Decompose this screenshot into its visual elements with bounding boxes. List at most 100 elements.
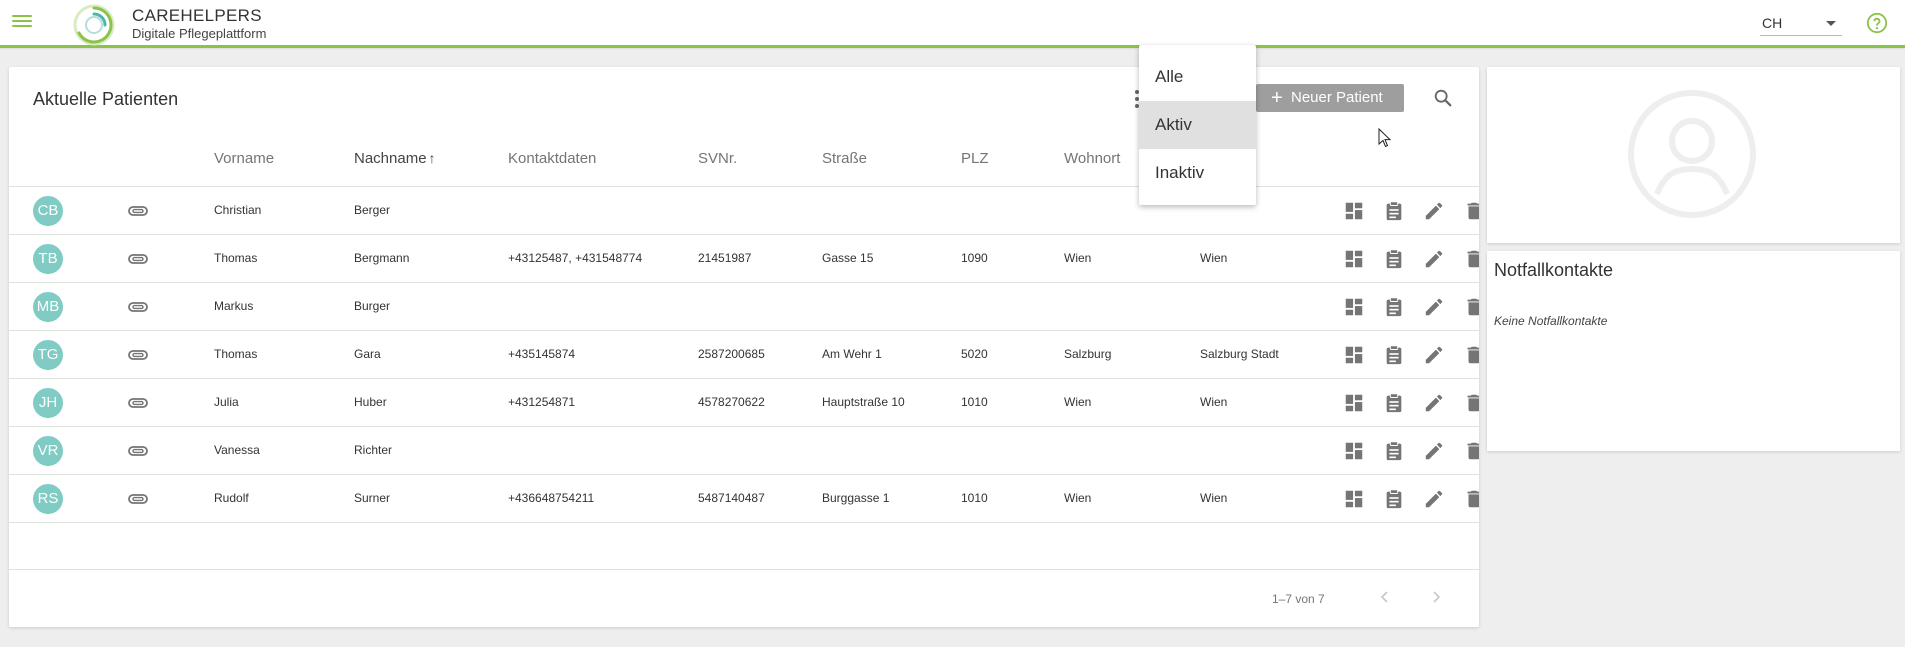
- table-row[interactable]: TG Thomas Gara +435145874 2587200685 Am Wehr …: [9, 331, 1479, 379]
- table-row[interactable]: TB Thomas Bergmann +43125487, +431548774 214…: [9, 235, 1479, 283]
- cell-plz: 5020: [961, 347, 988, 361]
- edit-icon[interactable]: [1423, 392, 1445, 414]
- avatar: JH: [33, 388, 63, 418]
- chevron-left-icon[interactable]: [1376, 588, 1394, 606]
- attachment-icon[interactable]: [127, 201, 149, 221]
- attachment-icon[interactable]: [127, 393, 149, 413]
- cell-wohnort: Salzburg: [1064, 347, 1112, 361]
- edit-icon[interactable]: [1423, 344, 1445, 366]
- avatar: TB: [33, 244, 63, 274]
- cell-vorname: Vanessa: [214, 443, 260, 457]
- pagination-range: 1–7 von 7: [1272, 592, 1325, 606]
- attachment-icon[interactable]: [127, 249, 149, 269]
- delete-icon[interactable]: [1463, 488, 1479, 510]
- delete-icon[interactable]: [1463, 440, 1479, 462]
- column-header-vorname[interactable]: Vorname: [214, 150, 274, 167]
- help-circle-icon[interactable]: [1866, 12, 1888, 34]
- cell-nachname: Gara: [354, 347, 381, 361]
- cell-vorname: Rudolf: [214, 491, 249, 505]
- column-header-nachname[interactable]: Nachname ↑: [354, 150, 436, 167]
- column-header-svnr[interactable]: SVNr.: [698, 150, 737, 167]
- clipboard-icon[interactable]: [1383, 248, 1405, 270]
- table-row[interactable]: VR Vanessa Richter: [9, 427, 1479, 475]
- edit-icon[interactable]: [1423, 488, 1445, 510]
- cell-svnr: 2587200685: [698, 347, 765, 361]
- cell-bezirk: Wien: [1200, 395, 1228, 409]
- dashboard-icon[interactable]: [1343, 200, 1365, 222]
- dashboard-icon[interactable]: [1343, 248, 1365, 270]
- new-patient-button[interactable]: + Neuer Patient: [1256, 84, 1404, 112]
- dashboard-icon[interactable]: [1343, 392, 1365, 414]
- cell-svnr: 4578270622: [698, 395, 765, 409]
- delete-icon[interactable]: [1463, 344, 1479, 366]
- edit-icon[interactable]: [1423, 200, 1445, 222]
- avatar: MB: [33, 292, 63, 322]
- delete-icon[interactable]: [1463, 248, 1479, 270]
- cell-nachname: Surner: [354, 491, 391, 505]
- dashboard-icon[interactable]: [1343, 296, 1365, 318]
- clipboard-icon[interactable]: [1383, 488, 1405, 510]
- status-filter-menu: Alle Aktiv Inaktiv: [1139, 45, 1256, 205]
- table-row[interactable]: RS Rudolf Surner +436648754211 5487140487 Bur…: [9, 475, 1479, 523]
- top-app-bar: CAREHELPERS Digitale Pflegeplattform CH: [0, 0, 1905, 48]
- clipboard-icon[interactable]: [1383, 440, 1405, 462]
- table-row[interactable]: CB Christian Berger: [9, 187, 1479, 235]
- column-header-kontaktdaten[interactable]: Kontaktdaten: [508, 150, 596, 167]
- footer-divider: [9, 569, 1479, 570]
- cell-vorname: Markus: [214, 299, 254, 313]
- clipboard-icon[interactable]: [1383, 344, 1405, 366]
- delete-icon[interactable]: [1463, 296, 1479, 318]
- cell-plz: 1010: [961, 491, 988, 505]
- delete-icon[interactable]: [1463, 392, 1479, 414]
- column-header-strasse[interactable]: Straße: [822, 150, 867, 167]
- edit-icon[interactable]: [1423, 248, 1445, 270]
- emergency-contacts-card: Notfallkontakte Keine Notfallkontakte: [1487, 251, 1900, 451]
- filter-option-aktiv[interactable]: Aktiv: [1139, 101, 1256, 149]
- language-select[interactable]: CH: [1760, 12, 1842, 36]
- avatar: TG: [33, 340, 63, 370]
- cell-svnr: 21451987: [698, 251, 752, 265]
- dashboard-icon[interactable]: [1343, 440, 1365, 462]
- attachment-icon[interactable]: [127, 489, 149, 509]
- cell-vorname: Thomas: [214, 251, 258, 265]
- table-row[interactable]: JH Julia Huber +431254871 4578270622 Hauptstr…: [9, 379, 1479, 427]
- clipboard-icon[interactable]: [1383, 200, 1405, 222]
- column-header-nachname-label: Nachname: [354, 150, 427, 167]
- brand-title: CAREHELPERS: [132, 6, 262, 25]
- cell-kontakt: +43125487, +431548774: [508, 251, 643, 265]
- language-value: CH: [1762, 15, 1783, 31]
- cell-plz: 1010: [961, 395, 988, 409]
- column-header-wohnort[interactable]: Wohnort: [1064, 150, 1120, 167]
- delete-icon[interactable]: [1463, 200, 1479, 222]
- column-header-plz[interactable]: PLZ: [961, 150, 989, 167]
- chevron-right-icon[interactable]: [1427, 588, 1445, 606]
- cell-nachname: Burger: [354, 299, 391, 313]
- table-row[interactable]: MB Markus Burger: [9, 283, 1479, 331]
- avatar: VR: [33, 436, 63, 466]
- cell-vorname: Christian: [214, 203, 262, 217]
- cell-svnr: 5487140487: [698, 491, 765, 505]
- clipboard-icon[interactable]: [1383, 392, 1405, 414]
- filter-option-alle[interactable]: Alle: [1139, 53, 1256, 101]
- dashboard-icon[interactable]: [1343, 488, 1365, 510]
- attachment-icon[interactable]: [127, 345, 149, 365]
- edit-icon[interactable]: [1423, 440, 1445, 462]
- emergency-contacts-title: Notfallkontakte: [1494, 260, 1614, 280]
- dashboard-icon[interactable]: [1343, 344, 1365, 366]
- cell-nachname: Huber: [354, 395, 387, 409]
- page-title: Aktuelle Patienten: [33, 89, 179, 109]
- cell-wohnort: Wien: [1064, 395, 1092, 409]
- edit-icon[interactable]: [1423, 296, 1445, 318]
- filter-option-inaktiv[interactable]: Inaktiv: [1139, 149, 1256, 197]
- cell-wohnort: Wien: [1064, 491, 1092, 505]
- attachment-icon[interactable]: [127, 297, 149, 317]
- cell-kontakt: +431254871: [508, 395, 576, 409]
- cell-plz: 1090: [961, 251, 988, 265]
- clipboard-icon[interactable]: [1383, 296, 1405, 318]
- attachment-icon[interactable]: [127, 441, 149, 461]
- search-icon[interactable]: [1432, 87, 1454, 109]
- mouse-cursor-icon: [1378, 128, 1392, 148]
- menu-icon[interactable]: [10, 12, 34, 32]
- cell-strasse: Am Wehr 1: [822, 347, 882, 361]
- cell-kontakt: +436648754211: [508, 491, 595, 505]
